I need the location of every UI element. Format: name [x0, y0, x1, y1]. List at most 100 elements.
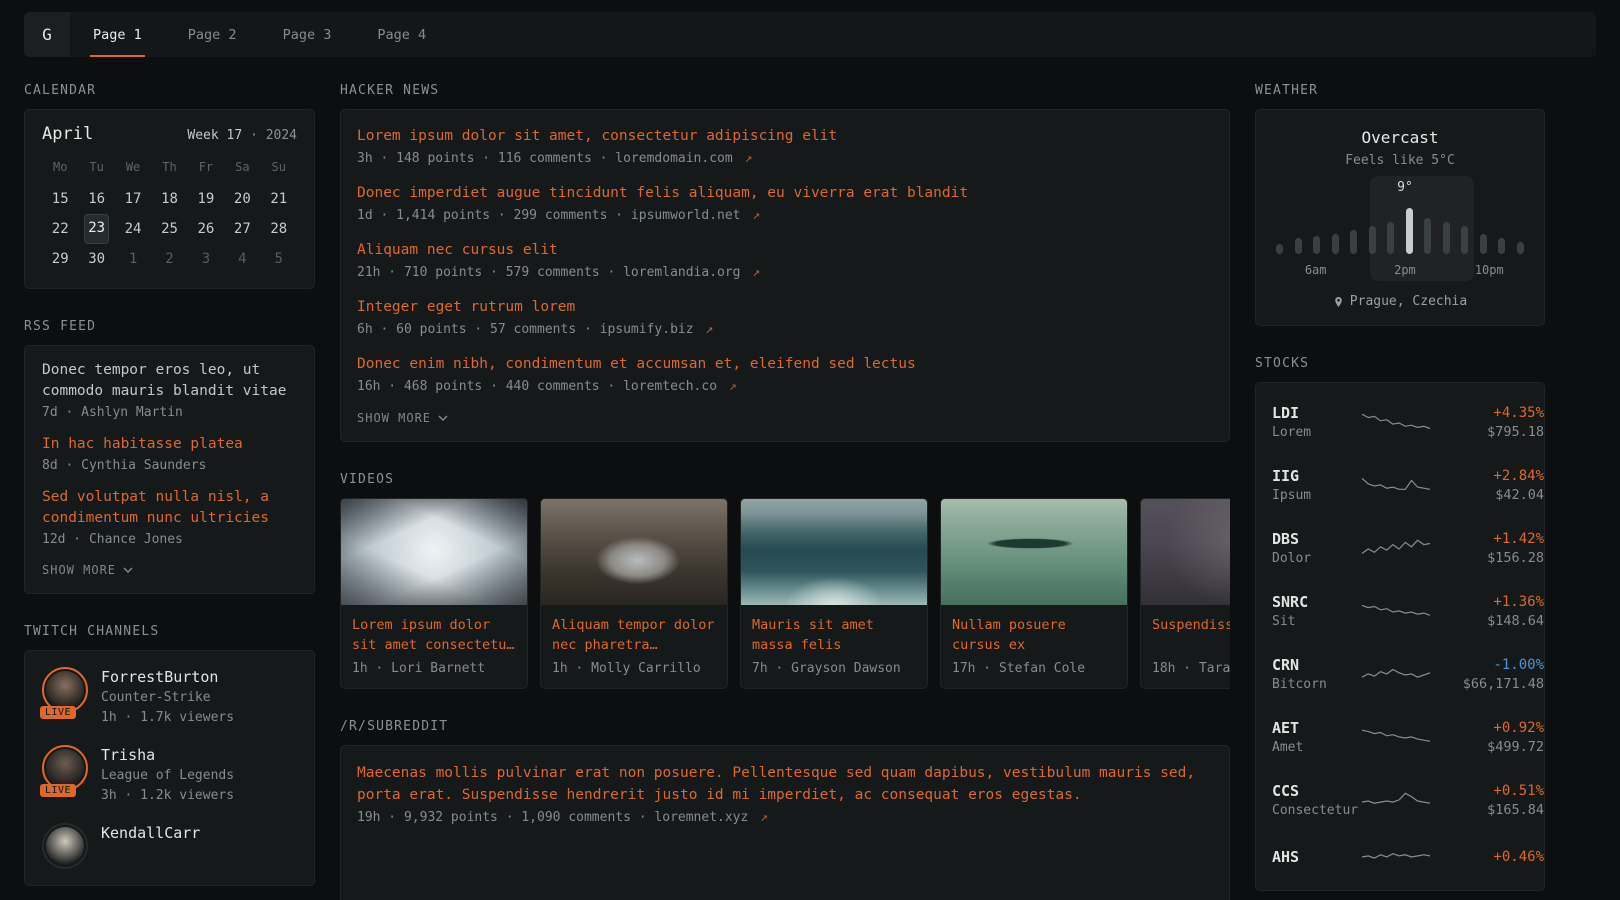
calendar-weekday-label: Su — [261, 154, 297, 184]
twitch-avatar-wrap: LIVE — [42, 667, 88, 713]
page-tab[interactable]: Page 2 — [165, 12, 260, 57]
calendar-weekday-row: Mo Tu We Th Fr Sa Su — [42, 154, 297, 184]
weather-hour-bar — [1276, 244, 1283, 254]
video-meta: 7h · Grayson Dawson — [752, 661, 916, 676]
reddit-post-meta: 19h · 9,932 points · 1,090 comments · lo… — [357, 810, 1213, 825]
video-thumbnail[interactable] — [541, 499, 727, 605]
video-thumbnail[interactable] — [341, 499, 527, 605]
rss-item-title[interactable]: Donec tempor eros leo, ut commodo mauris… — [42, 360, 297, 402]
video-card[interactable]: Aliquam tempor dolor nec pharetra… 1h · … — [540, 498, 728, 689]
twitch-avatar-wrap: LIVE — [42, 823, 88, 869]
stock-change-percent: +1.36% — [1432, 592, 1544, 612]
stock-symbol: CRN — [1272, 655, 1360, 675]
video-title[interactable]: Mauris sit amet massa felis — [752, 615, 916, 655]
video-card-body: Suspendisse diam 18h · Tara — [1141, 605, 1230, 688]
rss-item: In hac habitasse platea 8d · Cynthia Sau… — [42, 434, 297, 473]
stock-values: +1.42% $156.28 — [1432, 529, 1544, 568]
hacker-news-item-title[interactable]: Integer eget rutrum lorem — [357, 297, 1213, 318]
stock-row[interactable]: LDI Lorem +4.35% $795.18 — [1272, 391, 1528, 454]
rss-section: RSS FEED Donec tempor eros leo, ut commo… — [24, 319, 315, 594]
stock-change-percent: +0.51% — [1432, 781, 1544, 801]
stock-row[interactable]: DBS Dolor +1.42% $156.28 — [1272, 517, 1528, 580]
stock-price: $42.04 — [1432, 486, 1544, 505]
external-link-icon[interactable]: ↗ — [729, 379, 737, 394]
video-meta: 17h · Stefan Cole — [952, 661, 1116, 676]
hacker-news-item-meta: 1d · 1,414 points · 299 comments · ipsum… — [357, 208, 1213, 223]
video-thumbnail[interactable] — [1141, 499, 1230, 605]
calendar-week-year: Week 17 · 2024 — [187, 128, 297, 143]
calendar-weekday-label: Fr — [188, 154, 224, 184]
video-card-body: Aliquam tempor dolor nec pharetra… 1h · … — [541, 605, 727, 688]
weather-hourly-chart: 9° — [1276, 204, 1524, 281]
video-card[interactable]: Nullam posuere cursus ex 17h · Stefan Co… — [940, 498, 1128, 689]
stock-change-percent: +1.42% — [1432, 529, 1544, 549]
stock-sparkline — [1360, 410, 1432, 436]
rss-item-title[interactable]: Sed volutpat nulla nisl, a condimentum n… — [42, 487, 297, 529]
hacker-news-item-title[interactable]: Lorem ipsum dolor sit amet, consectetur … — [357, 126, 1213, 147]
hacker-news-item-meta: 21h · 710 points · 579 comments · loreml… — [357, 265, 1213, 280]
hacker-news-item-title[interactable]: Aliquam nec cursus elit — [357, 240, 1213, 261]
stock-values: +0.92% $499.72 — [1432, 718, 1544, 757]
stock-name: Amet — [1272, 738, 1360, 757]
twitch-channel-game: League of Legends — [101, 766, 234, 786]
twitch-channel-row[interactable]: LIVE Trisha League of Legends 3h · 1.2k … — [42, 745, 297, 806]
stock-name: Consectetur — [1272, 801, 1360, 820]
rss-show-more-button[interactable]: SHOW MORE — [42, 563, 297, 577]
stock-symbol: AET — [1272, 718, 1360, 738]
stock-row[interactable]: CCS Consectetur +0.51% $165.84 — [1272, 769, 1528, 832]
stocks-widget: LDI Lorem +4.35% $795.18 — [1255, 382, 1545, 891]
calendar-year: 2024 — [266, 128, 297, 143]
video-card[interactable]: Mauris sit amet massa felis 7h · Grayson… — [740, 498, 928, 689]
twitch-widget: LIVE ForrestBurton Counter-Strike 1h · 1… — [24, 650, 315, 886]
stock-id: CRN Bitcorn — [1272, 655, 1360, 694]
weather-time-label: 2pm — [1394, 263, 1416, 277]
video-thumbnail[interactable] — [741, 499, 927, 605]
video-card[interactable]: Lorem ipsum dolor sit amet consectetu… 1… — [340, 498, 528, 689]
weather-bars — [1276, 204, 1524, 254]
page-tab[interactable]: Page 1 — [70, 12, 165, 57]
video-card[interactable]: Suspendisse diam 18h · Tara — [1140, 498, 1230, 689]
video-thumbnail[interactable] — [941, 499, 1127, 605]
external-link-icon[interactable]: ↗ — [752, 265, 760, 280]
rss-item-meta: 12d · Chance Jones — [42, 532, 297, 547]
left-column: CALENDAR April Week 17 · 2024 Mo — [24, 83, 315, 900]
video-title[interactable]: Nullam posuere cursus ex — [952, 615, 1116, 655]
hacker-news-item-title[interactable]: Donec enim nibh, condimentum et accumsan… — [357, 354, 1213, 375]
rss-item: Donec tempor eros leo, ut commodo mauris… — [42, 360, 297, 420]
reddit-post-title[interactable]: Maecenas mollis pulvinar erat non posuer… — [357, 762, 1213, 806]
video-title[interactable]: Lorem ipsum dolor sit amet consectetu… — [352, 615, 516, 655]
page-tab[interactable]: Page 3 — [260, 12, 355, 57]
subreddit-widget: Maecenas mollis pulvinar erat non posuer… — [340, 745, 1230, 900]
external-link-icon[interactable]: ↗ — [705, 322, 713, 337]
hacker-news-show-more-button[interactable]: SHOW MORE — [357, 411, 1213, 425]
external-link-icon[interactable]: ↗ — [760, 810, 768, 825]
external-link-icon[interactable]: ↗ — [752, 208, 760, 223]
hacker-news-item-title[interactable]: Donec imperdiet augue tincidunt felis al… — [357, 183, 1213, 204]
page-tab[interactable]: Page 4 — [354, 12, 449, 57]
stock-row[interactable]: AET Amet +0.92% $499.72 — [1272, 706, 1528, 769]
twitch-channel-row[interactable]: LIVE ForrestBurton Counter-Strike 1h · 1… — [42, 667, 297, 728]
stock-price: $148.64 — [1432, 612, 1544, 631]
stock-row[interactable]: AHS +0.46% — [1272, 832, 1528, 882]
hacker-news-section-label: HACKER NEWS — [340, 83, 1230, 98]
stock-row[interactable]: SNRC Sit +1.36% $148.64 — [1272, 580, 1528, 643]
stock-row[interactable]: CRN Bitcorn -1.00% $66,171.48 — [1272, 643, 1528, 706]
calendar-day-cell: 19 — [188, 184, 224, 214]
weather-time-label: 10pm — [1475, 263, 1504, 277]
video-title[interactable]: Aliquam tempor dolor nec pharetra… — [552, 615, 716, 655]
twitch-channel-row[interactable]: LIVE KendallCarr — [42, 823, 297, 869]
video-title[interactable]: Suspendisse diam — [1152, 615, 1230, 655]
external-link-icon[interactable]: ↗ — [745, 151, 753, 166]
weather-hour-bar — [1295, 238, 1302, 254]
stock-id: AET Amet — [1272, 718, 1360, 757]
calendar-day-cell: 24 — [115, 214, 151, 244]
twitch-channel-name: Trisha — [101, 745, 234, 766]
stock-row[interactable]: IIG Ipsum +2.84% $42.04 — [1272, 454, 1528, 517]
calendar-widget: April Week 17 · 2024 Mo Tu We — [24, 109, 315, 289]
rss-item-title[interactable]: In hac habitasse platea — [42, 434, 297, 455]
dashboard-columns: CALENDAR April Week 17 · 2024 Mo — [24, 83, 1596, 900]
weather-hour-bar — [1461, 226, 1468, 254]
stock-sparkline — [1360, 599, 1432, 625]
stock-name: Sit — [1272, 612, 1360, 631]
stock-symbol: IIG — [1272, 466, 1360, 486]
